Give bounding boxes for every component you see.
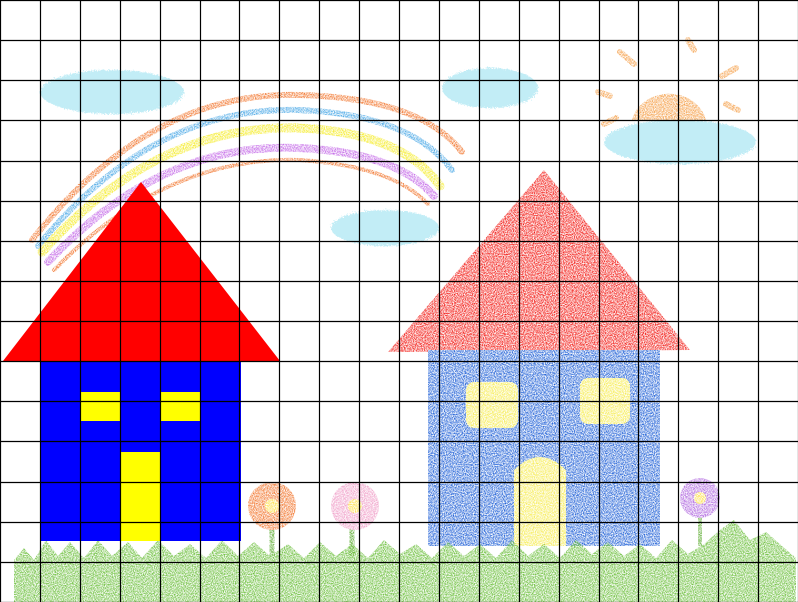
flower-pink	[331, 482, 379, 556]
cloud	[604, 120, 756, 164]
right-house-window-left	[466, 382, 518, 428]
scene-svg	[0, 0, 798, 602]
left-house-roof	[3, 182, 280, 361]
sun-body	[632, 93, 706, 120]
left-house-door	[121, 452, 161, 541]
cloud	[442, 68, 538, 108]
sun	[595, 37, 741, 127]
cloud	[331, 210, 439, 246]
cloud	[40, 70, 184, 114]
left-house-window-right	[161, 392, 201, 421]
right-house-door	[514, 457, 566, 546]
left-house-window-left	[81, 392, 121, 421]
drawing-canvas	[0, 0, 798, 602]
